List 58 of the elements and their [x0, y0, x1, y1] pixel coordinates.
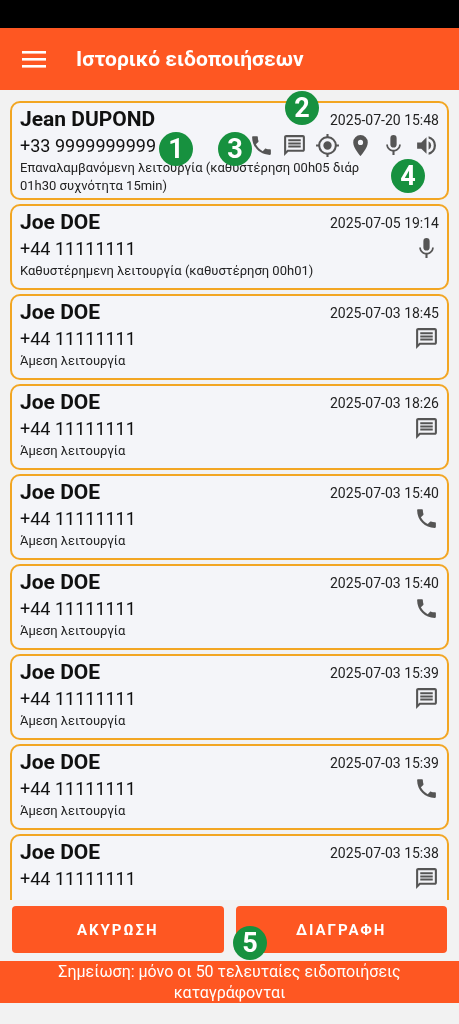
mode-description: Άμεση λειτουργία: [20, 443, 126, 459]
timestamp: 2025-07-03 15:40: [329, 575, 439, 591]
phone-number: +44 11111111: [20, 868, 136, 889]
notification-card[interactable]: Joe DOE 2025-07-03 15:40 +44 11111111 Άμεση λειτουργία: [10, 564, 449, 650]
phone-number: +44 11111111: [20, 778, 136, 799]
message-icon: [414, 866, 439, 891]
timestamp: 2025-07-03 18:26: [329, 395, 439, 411]
timestamp: 2025-07-03 15:39: [329, 755, 439, 771]
mode-description: Άμεση λειτουργία: [20, 353, 126, 369]
contact-name: Joe DOE: [20, 300, 101, 324]
mode-description: Καθυστέρημενη λειτουργία (καθυστέρηση 00h01): [20, 263, 314, 279]
phone-number: +44 11111111: [20, 598, 136, 619]
message-icon: [414, 326, 439, 351]
notification-card[interactable]: Joe DOE 2025-07-05 19:14 +44 11111111 Καθυστέρημενη λειτουργία (καθυστέρηση 00h01): [10, 204, 449, 290]
phone-number: +44 11111111: [20, 328, 136, 349]
mode-description: 01h30 συχνότητα 15min): [20, 178, 167, 194]
phone-number: +44 11111111: [20, 418, 136, 439]
mode-description: Άμεση λειτουργία: [20, 623, 126, 639]
timestamp: 2025-07-03 15:38: [329, 845, 439, 861]
note-banner: Σημείωση: μόνο οι 50 τελευταίες ειδοποιήσεις καταγράφονται: [0, 961, 459, 1003]
contact-name: Joe DOE: [20, 390, 101, 414]
timestamp: 2025-07-03 18:45: [329, 305, 439, 321]
message-icon: [414, 416, 439, 441]
phone-number: +44 11111111: [20, 508, 136, 529]
notification-card[interactable]: Joe DOE 2025-07-03 15:40 +44 11111111 Άμεση λειτουργία: [10, 474, 449, 560]
mode-description: Άμεση λειτουργία: [20, 713, 126, 729]
message-icon: [282, 133, 307, 158]
contact-name: Joe DOE: [20, 660, 101, 684]
message-icon: [414, 686, 439, 711]
contact-name: Joe DOE: [20, 480, 101, 504]
mode-description: Άμεση λειτουργία: [20, 803, 126, 819]
mode-description: Άμεση λειτουργία: [20, 533, 126, 549]
notification-card[interactable]: Joe DOE 2025-07-03 18:26 +44 11111111 Άμεση λειτουργία: [10, 384, 449, 470]
phone-icon: [414, 506, 439, 531]
timestamp: 2025-07-03 15:39: [329, 665, 439, 681]
contact-name: Joe DOE: [20, 570, 101, 594]
menu-icon[interactable]: [22, 49, 46, 69]
notification-card[interactable]: Joe DOE 2025-07-03 15:38 +44 11111111: [10, 834, 449, 900]
number-marker: 5: [233, 926, 267, 960]
phone-number: +44 11111111: [20, 238, 136, 259]
contact-name: Joe DOE: [20, 840, 101, 864]
contact-name: Joe DOE: [20, 210, 101, 234]
contact-name: Joe DOE: [20, 750, 101, 774]
number-marker: 2: [285, 91, 319, 125]
phone-number: +44 11111111: [20, 688, 136, 709]
notification-card[interactable]: Joe DOE 2025-07-03 15:39 +44 11111111 Άμεση λειτουργία: [10, 744, 449, 830]
timestamp: 2025-07-03 15:40: [329, 485, 439, 501]
notification-card[interactable]: Joe DOE 2025-07-03 18:45 +44 11111111 Άμεση λειτουργία: [10, 294, 449, 380]
phone-icon: [414, 596, 439, 621]
timestamp: 2025-07-05 19:14: [329, 215, 439, 231]
notification-card[interactable]: Joe DOE 2025-07-03 15:39 +44 11111111 Άμεση λειτουργία: [10, 654, 449, 740]
phone-icon: [414, 776, 439, 801]
screen-title: Ιστορικό ειδοποιήσεων: [76, 47, 304, 71]
phone-icon: [249, 133, 274, 158]
crosshair-icon: [315, 133, 340, 158]
phone-number: +33 9999999999: [20, 135, 157, 156]
timestamp: 2025-07-20 15:48: [329, 112, 439, 128]
contact-name: Jean DUPOND: [20, 107, 156, 131]
